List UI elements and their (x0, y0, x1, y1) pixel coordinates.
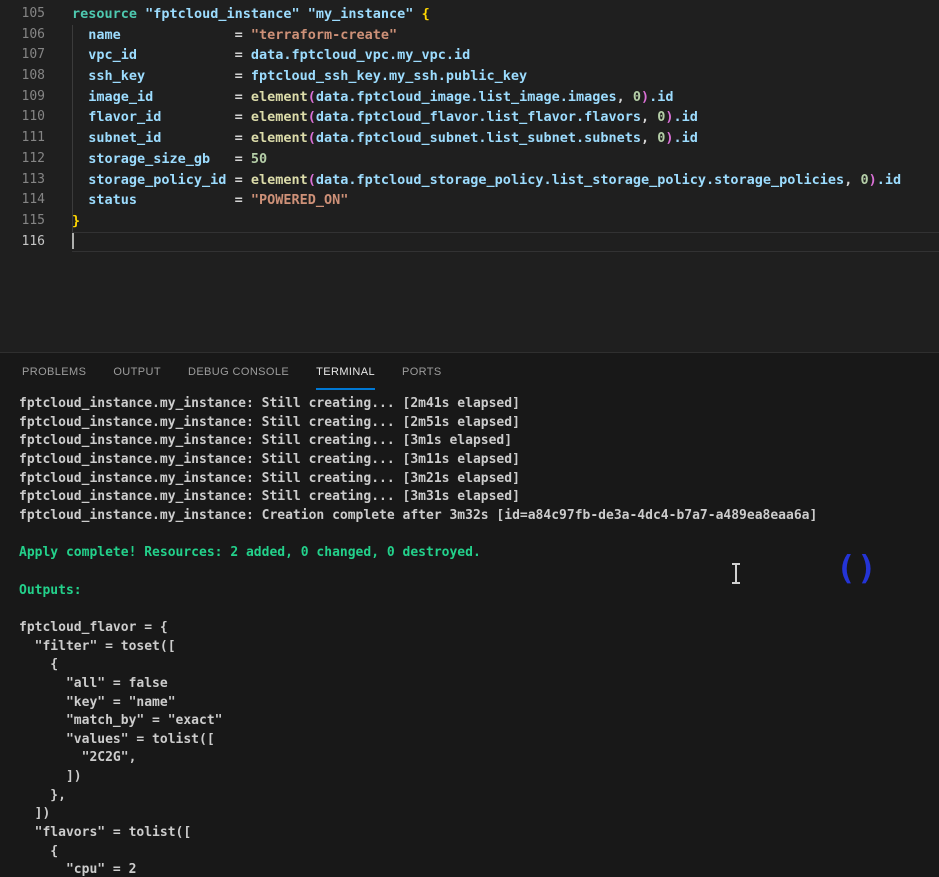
line-number: 106 (0, 25, 68, 46)
code-line-text: resource "fptcloud_instance" "my_instanc… (72, 4, 939, 25)
line-number: 110 (0, 107, 68, 128)
code-line: 115} (0, 211, 939, 232)
code-line: 113 storage_policy_id = element(data.fpt… (0, 170, 939, 191)
panel-tab-ports[interactable]: PORTS (402, 353, 442, 390)
code-line: 107 vpc_id = data.fptcloud_vpc.my_vpc.id (0, 45, 939, 66)
terminal-line: fptcloud_instance.my_instance: Still cre… (19, 488, 939, 507)
terminal-line: "all" = false (19, 675, 939, 694)
line-number: 112 (0, 149, 68, 170)
text-cursor-ibeam (730, 562, 742, 585)
terminal-line: fptcloud_instance.my_instance: Still cre… (19, 470, 939, 489)
code-line: 110 flavor_id = element(data.fptcloud_fl… (0, 107, 939, 128)
line-number: 114 (0, 190, 68, 211)
line-number: 113 (0, 170, 68, 191)
terminal-line: }, (19, 787, 939, 806)
terminal-line: fptcloud_flavor = { (19, 619, 939, 638)
terminal-line: fptcloud_instance.my_instance: Still cre… (19, 414, 939, 433)
code-line-text: storage_policy_id = element(data.fptclou… (72, 170, 939, 191)
line-number: 111 (0, 128, 68, 149)
terminal-line (19, 526, 939, 545)
panel-tab-output[interactable]: OUTPUT (113, 353, 161, 390)
code-line: 109 image_id = element(data.fptcloud_ima… (0, 87, 939, 108)
terminal-line: "cpu" = 2 (19, 861, 939, 877)
line-number: 105 (0, 4, 68, 25)
terminal-line (19, 600, 939, 619)
code-line-text (72, 232, 939, 253)
terminal-line (19, 563, 939, 582)
code-line-text: ssh_key = fptcloud_ssh_key.my_ssh.public… (72, 66, 939, 87)
terminal-line: fptcloud_instance.my_instance: Creation … (19, 507, 939, 526)
code-line-text: vpc_id = data.fptcloud_vpc.my_vpc.id (72, 45, 939, 66)
code-line-text: flavor_id = element(data.fptcloud_flavor… (72, 107, 939, 128)
code-line-text: name = "terraform-create" (72, 25, 939, 46)
code-line: 105resource "fptcloud_instance" "my_inst… (0, 4, 939, 25)
panel-tab-problems[interactable]: PROBLEMS (22, 353, 86, 390)
panel-tab-debug-console[interactable]: DEBUG CONSOLE (188, 353, 289, 390)
bottom-panel: PROBLEMS OUTPUT DEBUG CONSOLE TERMINAL PORTS… (0, 352, 939, 877)
line-number: 116 (0, 232, 68, 253)
code-line: 112 storage_size_gb = 50 (0, 149, 939, 170)
code-line-text: subnet_id = element(data.fptcloud_subnet… (72, 128, 939, 149)
code-line: 116 (0, 232, 939, 253)
terminal-line: "match_by" = "exact" (19, 712, 939, 731)
editor-caret (72, 233, 74, 249)
code-line-text: status = "POWERED_ON" (72, 190, 939, 211)
code-line: 114 status = "POWERED_ON" (0, 190, 939, 211)
code-line-text: image_id = element(data.fptcloud_image.l… (72, 87, 939, 108)
line-number: 107 (0, 45, 68, 66)
terminal-line: "flavors" = tolist([ (19, 824, 939, 843)
terminal-line: Outputs: (19, 582, 939, 601)
line-number: 109 (0, 87, 68, 108)
code-line: 111 subnet_id = element(data.fptcloud_su… (0, 128, 939, 149)
terminal-line: fptcloud_instance.my_instance: Still cre… (19, 395, 939, 414)
panel-tab-terminal[interactable]: TERMINAL (316, 353, 375, 390)
line-number: 115 (0, 211, 68, 232)
terminal-line: "2C2G", (19, 749, 939, 768)
terminal-line: fptcloud_instance.my_instance: Still cre… (19, 451, 939, 470)
code-lines: 105resource "fptcloud_instance" "my_inst… (0, 0, 939, 252)
terminal-line: "filter" = toset([ (19, 638, 939, 657)
code-line-text: } (72, 211, 939, 232)
code-line-text: storage_size_gb = 50 (72, 149, 939, 170)
code-editor[interactable]: 105resource "fptcloud_instance" "my_inst… (0, 0, 939, 352)
terminal-line: Apply complete! Resources: 2 added, 0 ch… (19, 544, 939, 563)
terminal-line: "key" = "name" (19, 694, 939, 713)
terminal-output[interactable]: fptcloud_instance.my_instance: Still cre… (0, 391, 939, 877)
terminal-line: { (19, 656, 939, 675)
terminal-line: fptcloud_instance.my_instance: Still cre… (19, 432, 939, 451)
line-number: 108 (0, 66, 68, 87)
watermark-logo: () (836, 551, 878, 584)
terminal-line: "values" = tolist([ (19, 731, 939, 750)
panel-tabs: PROBLEMS OUTPUT DEBUG CONSOLE TERMINAL PORTS (0, 353, 939, 390)
code-line: 108 ssh_key = fptcloud_ssh_key.my_ssh.pu… (0, 66, 939, 87)
terminal-line: { (19, 843, 939, 862)
terminal-line: ]) (19, 768, 939, 787)
code-line: 106 name = "terraform-create" (0, 25, 939, 46)
terminal-line: ]) (19, 805, 939, 824)
